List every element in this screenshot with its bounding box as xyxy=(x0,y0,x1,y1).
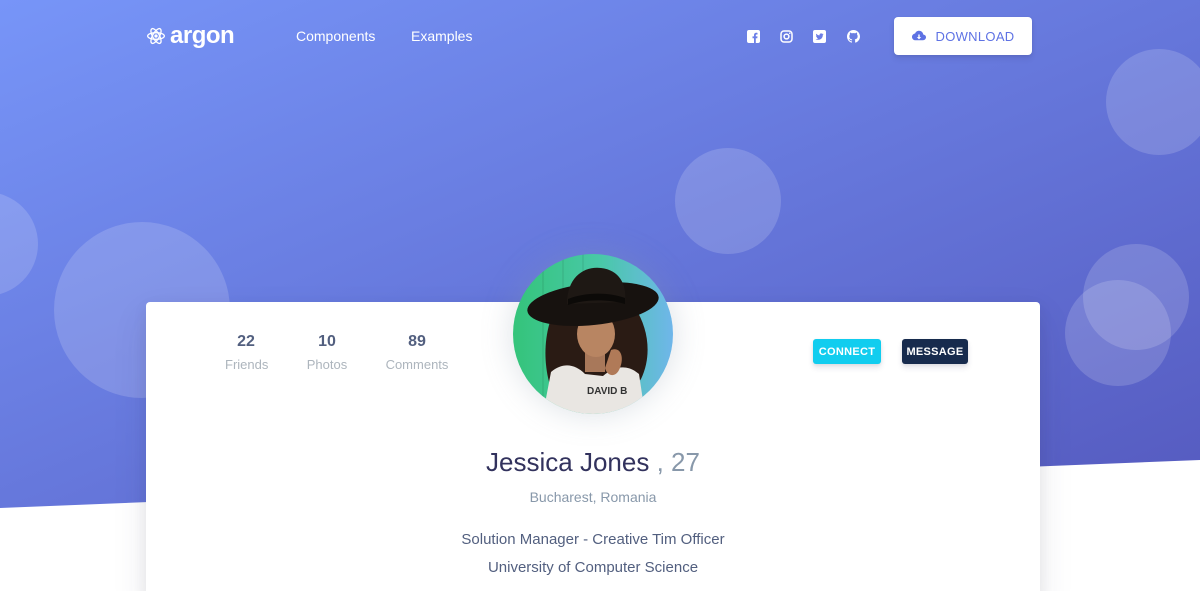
profile-job: Solution Manager - Creative Tim Officer xyxy=(461,531,725,548)
stat-label: Friends xyxy=(225,357,269,372)
stat-label: Comments xyxy=(385,357,449,372)
stat-label: Photos xyxy=(306,357,348,372)
cloud-download-icon xyxy=(911,30,926,41)
avatar[interactable]: DAVID B xyxy=(513,254,673,414)
github-icon[interactable] xyxy=(846,29,860,43)
twitter-icon[interactable] xyxy=(812,29,826,43)
decor-circle xyxy=(675,148,781,254)
instagram-icon[interactable] xyxy=(779,29,793,43)
stat-value: 22 xyxy=(237,333,255,350)
avatar-shirt-text: DAVID B xyxy=(587,386,627,397)
connect-button[interactable]: CONNECT xyxy=(813,339,881,364)
download-button[interactable]: DOWNLOAD xyxy=(894,17,1032,55)
decor-circle xyxy=(1065,280,1171,386)
profile-school: University of Computer Science xyxy=(487,559,699,576)
download-label: DOWNLOAD xyxy=(935,28,1015,44)
brand-logo[interactable]: argon xyxy=(146,22,235,50)
facebook-icon[interactable] xyxy=(746,29,760,43)
atom-icon xyxy=(147,27,165,45)
navbar: argon Components Examples DOWNLOAD xyxy=(0,0,1200,72)
stat-comments: 89 Comments xyxy=(384,332,450,373)
profile-name-line: Jessica Jones , 27 xyxy=(146,446,1040,478)
nav-link-examples[interactable]: Examples xyxy=(411,28,472,45)
stat-value: 10 xyxy=(318,333,336,350)
message-button[interactable]: MESSAGE xyxy=(902,339,968,364)
avatar-photo: DAVID B xyxy=(513,254,673,414)
nav-link-components[interactable]: Components xyxy=(296,28,375,45)
stat-value: 89 xyxy=(408,333,426,350)
stat-friends: 22 Friends xyxy=(225,332,269,373)
brand-name: argon xyxy=(170,22,235,49)
profile-name: Jessica Jones xyxy=(486,447,650,477)
profile-age: , 27 xyxy=(656,447,700,477)
profile-location: Bucharest, Romania xyxy=(529,489,657,505)
stat-photos: 10 Photos xyxy=(305,332,349,373)
